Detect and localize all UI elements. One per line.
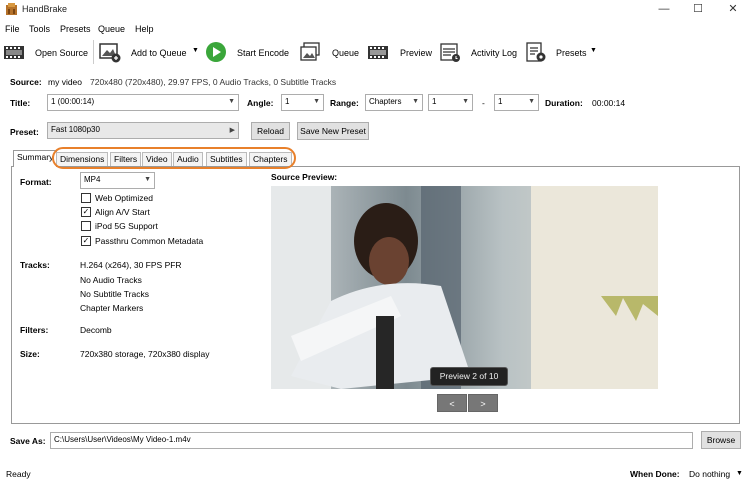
preview-icon[interactable] — [367, 41, 389, 63]
format-value: MP4 — [84, 175, 101, 184]
menu-file[interactable]: File — [5, 24, 20, 34]
chevron-right-icon: ▶ — [229, 127, 235, 134]
range-start-select[interactable]: 1 ▼ — [428, 94, 473, 111]
range-type-value: Chapters — [369, 97, 402, 106]
play-icon[interactable] — [205, 41, 227, 63]
format-label: Format: — [20, 177, 52, 187]
web-optimized-label: Web Optimized — [95, 193, 153, 203]
format-select[interactable]: MP4 ▼ — [80, 172, 155, 189]
tab-summary[interactable]: Summary — [13, 150, 58, 167]
size-label: Size: — [20, 349, 40, 359]
presets-icon[interactable] — [525, 41, 547, 63]
open-source-button[interactable]: Open Source — [35, 48, 88, 58]
source-preview-image — [271, 186, 658, 389]
queue-icon[interactable] — [299, 41, 321, 63]
track-audio: No Audio Tracks — [80, 275, 142, 285]
minimize-button[interactable]: — — [654, 2, 674, 16]
range-type-select[interactable]: Chapters ▼ — [365, 94, 423, 111]
ipod-5g-support-checkbox[interactable] — [81, 221, 91, 231]
menu-help[interactable]: Help — [135, 24, 154, 34]
tabs-highlight-annotation — [52, 147, 296, 169]
preset-value: Fast 1080p30 — [51, 125, 100, 134]
activity-log-button[interactable]: Activity Log — [471, 48, 517, 58]
filters-value: Decomb — [80, 325, 112, 335]
add-to-queue-dropdown-icon[interactable]: ▼ — [192, 47, 199, 54]
angle-select-value: 1 — [285, 97, 290, 106]
save-new-preset-button[interactable]: Save New Preset — [297, 122, 369, 140]
range-label: Range: — [330, 98, 359, 108]
track-video: H.264 (x264), 30 FPS PFR — [80, 260, 182, 270]
chevron-down-icon: ▼ — [144, 176, 151, 183]
source-name: my video — [48, 77, 83, 87]
handbrake-logo-icon — [6, 3, 17, 15]
preset-label: Preset: — [10, 127, 39, 137]
ipod-5g-support-label: iPod 5G Support — [95, 221, 158, 231]
size-value: 720x380 storage, 720x380 display — [80, 349, 210, 359]
presets-button[interactable]: Presets — [556, 48, 587, 58]
tracks-label: Tracks: — [20, 260, 50, 270]
start-encode-button[interactable]: Start Encode — [237, 48, 289, 58]
preview-next-button[interactable]: > — [468, 394, 498, 412]
track-subtitles: No Subtitle Tracks — [80, 289, 149, 299]
chevron-down-icon: ▼ — [412, 98, 419, 105]
maximize-button[interactable]: ☐ — [688, 2, 708, 16]
angle-select[interactable]: 1 ▼ — [281, 94, 324, 111]
preview-counter-badge: Preview 2 of 10 — [430, 367, 508, 386]
align-av-start-label: Align A/V Start — [95, 207, 150, 217]
web-optimized-checkbox[interactable] — [81, 193, 91, 203]
filters-label: Filters: — [20, 325, 49, 335]
activity-log-icon[interactable] — [439, 41, 461, 63]
toolbar-separator — [93, 40, 94, 64]
passthru-metadata-label: Passthru Common Metadata — [95, 236, 204, 246]
reload-button[interactable]: Reload — [251, 122, 290, 140]
save-as-label: Save As: — [10, 436, 46, 446]
title-select[interactable]: 1 (00:00:14) ▼ — [47, 94, 239, 111]
menu-queue[interactable]: Queue — [98, 24, 125, 34]
close-button[interactable]: ✕ — [723, 2, 743, 16]
add-to-queue-button[interactable]: Add to Queue — [131, 48, 187, 58]
queue-button[interactable]: Queue — [332, 48, 359, 58]
range-start-value: 1 — [432, 97, 437, 106]
source-info: 720x480 (720x480), 29.97 FPS, 0 Audio Tr… — [90, 77, 337, 87]
range-separator: - — [482, 98, 485, 108]
chevron-down-icon: ▼ — [228, 98, 235, 105]
align-av-start-checkbox[interactable]: ✓ — [81, 207, 91, 217]
preview-button[interactable]: Preview — [400, 48, 432, 58]
chevron-down-icon: ▼ — [528, 98, 535, 105]
presets-dropdown-icon[interactable]: ▼ — [590, 47, 597, 54]
passthru-metadata-checkbox[interactable]: ✓ — [81, 236, 91, 246]
preset-selector[interactable]: Fast 1080p30 ▶ — [47, 122, 239, 139]
menu-tools[interactable]: Tools — [29, 24, 50, 34]
range-end-select[interactable]: 1 ▼ — [494, 94, 539, 111]
browse-button[interactable]: Browse — [701, 431, 741, 449]
menu-presets[interactable]: Presets — [60, 24, 91, 34]
title-label: Title: — [10, 98, 31, 108]
title-bar — [0, 0, 750, 20]
source-preview-label: Source Preview: — [271, 172, 338, 182]
source-label: Source: — [10, 77, 42, 87]
angle-label: Angle: — [247, 98, 274, 108]
chevron-down-icon: ▼ — [313, 98, 320, 105]
track-chapters: Chapter Markers — [80, 303, 144, 313]
duration-label: Duration: — [545, 98, 583, 108]
status-text: Ready — [6, 469, 31, 479]
preview-previous-button[interactable]: < — [437, 394, 467, 412]
when-done-label: When Done: — [630, 469, 680, 479]
when-done-dropdown-icon[interactable]: ▼ — [736, 470, 743, 477]
chevron-down-icon: ▼ — [462, 98, 469, 105]
add-to-queue-icon[interactable] — [99, 41, 121, 63]
title-select-value: 1 (00:00:14) — [51, 97, 95, 106]
window-title: HandBrake — [22, 4, 68, 14]
when-done-select[interactable]: Do nothing — [689, 469, 730, 479]
range-end-value: 1 — [498, 97, 503, 106]
film-strip-icon[interactable] — [3, 41, 25, 63]
save-as-path-input[interactable]: C:\Users\User\Videos\My Video-1.m4v — [50, 432, 693, 449]
duration-value: 00:00:14 — [592, 98, 626, 108]
